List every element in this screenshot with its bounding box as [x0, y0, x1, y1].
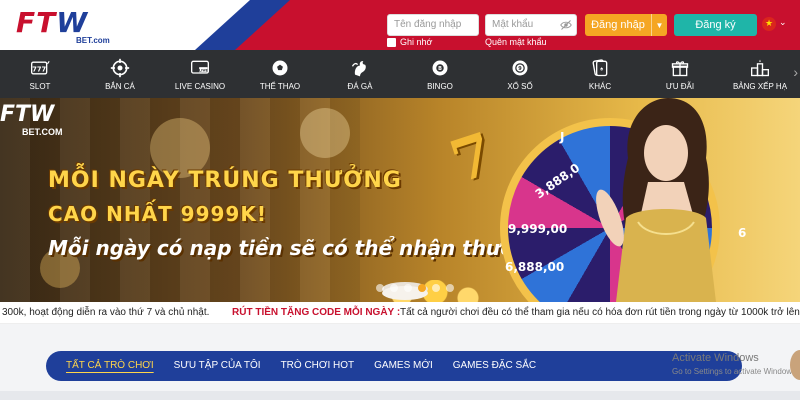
- activate-windows-subtitle: Go to Settings to activate Windows: [672, 367, 797, 376]
- banner-subheadline: CAO NHẤT 9999K!: [48, 202, 267, 226]
- nav-item-the-thao[interactable]: THỂ THAO: [240, 50, 320, 98]
- nav-label: SLOT: [29, 81, 51, 91]
- banner-logo-text: FTW: [0, 102, 55, 127]
- nav-item-ban-ca[interactable]: BẮN CÁ: [80, 50, 160, 98]
- nav-item-live-casino[interactable]: LIVE LIVE CASINO: [160, 50, 240, 98]
- nav-item-bingo[interactable]: B BINGO: [400, 50, 480, 98]
- slide-dot[interactable]: [432, 284, 440, 292]
- promo-banner[interactable]: FTW BET.COM MỖI NGÀY TRÚNG THƯỞNG CAO NH…: [0, 98, 800, 302]
- vietnam-flag-icon[interactable]: ★: [762, 17, 776, 31]
- page: FTW BET.com Tên đăng nhập Mật khẩu Ghi n…: [0, 0, 800, 400]
- rooster-icon: [351, 60, 366, 76]
- tab-all-games[interactable]: TẤT CẢ TRÒ CHƠI: [56, 351, 164, 381]
- nav-item-da-ga[interactable]: ĐÁ GÀ: [320, 50, 400, 98]
- nav-label: BẮN CÁ: [105, 81, 135, 91]
- bingo-ball-icon: B: [432, 60, 448, 75]
- top-header: FTW BET.com Tên đăng nhập Mật khẩu Ghi n…: [0, 0, 800, 50]
- main-nav: 777 SLOT BẮN CÁ LIVE LIVE CASINO THỂ THA…: [0, 50, 800, 98]
- nav-item-bang-xep-hang[interactable]: BẢNG XẾP HẠ: [720, 50, 800, 98]
- game-category-tabs: TẤT CẢ TRÒ CHƠI SƯU TẬP CỦA TÔI TRÒ CHƠI…: [46, 351, 742, 381]
- password-input[interactable]: Mật khẩu: [485, 14, 577, 36]
- nav-item-khac[interactable]: ♠ KHÁC: [560, 50, 640, 98]
- flag-star-icon: ★: [765, 18, 774, 28]
- register-button[interactable]: Đăng ký: [674, 14, 757, 36]
- nav-label: BẢNG XẾP HẠ: [732, 81, 788, 91]
- remember-checkbox[interactable]: [387, 37, 396, 47]
- login-button[interactable]: Đăng nhập ▼: [585, 14, 667, 36]
- bottom-divider: [0, 391, 800, 400]
- username-input[interactable]: Tên đăng nhập: [387, 14, 479, 36]
- slide-dot[interactable]: [376, 284, 384, 292]
- bokeh-light: [300, 108, 350, 158]
- banner-logo-subtext: BET.COM: [22, 127, 63, 137]
- lottery-ball-icon: 9: [512, 60, 528, 75]
- svg-text:9: 9: [518, 66, 522, 72]
- svg-text:LIVE: LIVE: [199, 68, 209, 72]
- password-placeholder: Mật khẩu: [492, 19, 534, 30]
- banner-logo: FTW BET.COM: [0, 102, 63, 137]
- model-illustration: [596, 98, 716, 302]
- marquee-title: RÚT TIỀN TẶNG CODE MỖI NGÀY :: [232, 307, 401, 318]
- language-chevron-icon[interactable]: ⌄: [779, 17, 787, 28]
- chevron-right-icon[interactable]: ›: [793, 64, 798, 80]
- nav-label: ĐÁ GÀ: [347, 81, 373, 91]
- tab-featured-games[interactable]: GAMES ĐẶC SẮC: [443, 351, 546, 381]
- svg-text:♠: ♠: [600, 66, 603, 72]
- tab-hot-games[interactable]: TRÒ CHƠI HOT: [271, 351, 365, 381]
- svg-text:777: 777: [32, 65, 46, 73]
- banner-description: Mỗi ngày có nạp tiền sẽ có thể nhận thưở…: [48, 236, 543, 260]
- soccer-ball-icon: [272, 60, 288, 75]
- logo-text: FTW: [16, 6, 89, 39]
- wheel-value: 6: [738, 226, 747, 240]
- tab-my-collection[interactable]: SƯU TẬP CỦA TÔI: [164, 351, 271, 381]
- logo-subtext: BET.com: [76, 36, 110, 45]
- eye-slash-icon[interactable]: [560, 19, 572, 31]
- wheel-value: 6,888,00: [505, 260, 565, 274]
- announcement-marquee: 300k, hoạt động diễn ra vào thứ 7 và chủ…: [0, 302, 800, 324]
- nav-item-slot[interactable]: 777 SLOT: [0, 50, 80, 98]
- fish-target-icon: [110, 58, 130, 77]
- activate-windows-title: Activate Windows: [672, 352, 759, 364]
- remember-me[interactable]: Ghi nhớ: [387, 37, 432, 47]
- gift-icon: [671, 60, 689, 76]
- nav-label: LIVE CASINO: [174, 81, 226, 91]
- cards-icon: ♠: [592, 58, 608, 76]
- svg-text:B: B: [438, 66, 442, 72]
- login-label: Đăng nhập: [591, 19, 645, 31]
- remember-label: Ghi nhớ: [400, 37, 433, 47]
- nav-label: BINGO: [427, 81, 453, 91]
- wheel-value: 9,999,00: [508, 222, 568, 236]
- slide-dot[interactable]: [418, 284, 426, 292]
- nav-label: XỔ SỐ: [507, 81, 533, 91]
- marquee-text: 300k, hoạt động diễn ra vào thứ 7 và chủ…: [2, 307, 210, 318]
- site-logo[interactable]: FTW BET.com: [16, 8, 126, 48]
- slide-dot[interactable]: [446, 284, 454, 292]
- slide-indicators: [376, 284, 454, 292]
- nav-label: ƯU ĐÃI: [665, 81, 695, 91]
- ranking-icon: [751, 59, 769, 76]
- tab-new-games[interactable]: GAMES MỚI: [364, 351, 443, 381]
- forgot-password-link[interactable]: Quên mật khẩu: [485, 37, 547, 47]
- slide-dot[interactable]: [404, 284, 412, 292]
- lucky-seven-graphic: 7: [442, 119, 502, 197]
- nav-label: KHÁC: [588, 81, 612, 91]
- chevron-down-icon[interactable]: ▼: [651, 14, 667, 36]
- nav-label: THỂ THAO: [259, 81, 301, 91]
- banner-headline: MỖI NGÀY TRÚNG THƯỞNG: [48, 168, 402, 193]
- live-tv-icon: LIVE: [191, 60, 209, 74]
- nav-item-uu-dai[interactable]: ƯU ĐÃI: [640, 50, 720, 98]
- slot-777-icon: 777: [31, 60, 50, 74]
- wheel-value: J: [560, 130, 565, 144]
- username-placeholder: Tên đăng nhập: [394, 19, 462, 30]
- marquee-text: Tất cả người chơi đều có thể tham gia nế…: [400, 307, 800, 318]
- nav-item-xo-so[interactable]: 9 XỔ SỐ: [480, 50, 560, 98]
- slide-dot[interactable]: [390, 284, 398, 292]
